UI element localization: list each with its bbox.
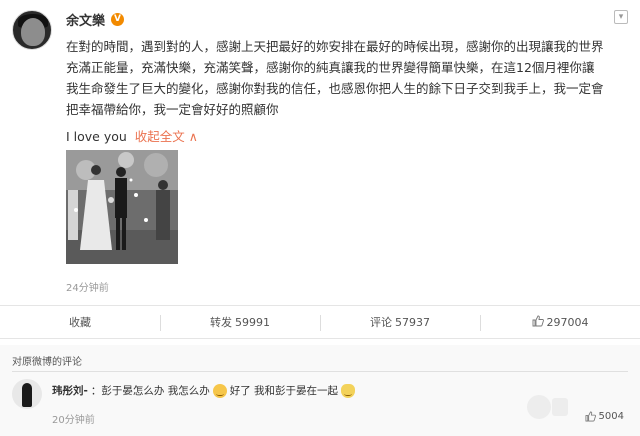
post-time: 24分钟前 bbox=[66, 283, 109, 294]
thumbs-up-icon bbox=[585, 411, 596, 422]
like-button[interactable]: 297004 bbox=[480, 306, 640, 338]
repost-button[interactable]: 转发 59991 bbox=[160, 306, 320, 338]
commenter-name[interactable]: 玮彤刘- bbox=[52, 383, 88, 398]
collapse-caret-icon: ∧ bbox=[188, 129, 198, 144]
repost-label: 转发 bbox=[210, 316, 232, 329]
author-name[interactable]: 余文樂 bbox=[66, 10, 105, 29]
post-text-line: 在對的時間，遇到對的人，感謝上天把最好的妳安排在最好的時候出現，感謝你的出現讓我… bbox=[66, 39, 604, 54]
watermark-icon bbox=[527, 395, 568, 419]
wedding-photo[interactable] bbox=[66, 150, 178, 264]
comment-like-count: 5004 bbox=[598, 411, 624, 422]
action-bar: 收藏 转发 59991 评论 57937 297004 bbox=[0, 305, 640, 339]
comments-header: 对原微博的评论 bbox=[12, 357, 82, 368]
favorite-button[interactable]: 收藏 bbox=[0, 306, 160, 338]
comment-label: 评论 bbox=[370, 316, 392, 329]
comments-divider bbox=[12, 371, 628, 372]
chevron-down-icon[interactable]: ▾ bbox=[614, 10, 628, 24]
post-text-line: 充滿正能量，充滿快樂，充滿笑聲，感謝你的純真讓我的世界變得簡單快樂，在這12個月… bbox=[66, 60, 595, 75]
cat-face-emoji-icon bbox=[341, 383, 356, 398]
post-text-line: 我生命發生了巨大的變化，感謝你對我的信任，也感恩你把人生的餘下日子交到我手上，我… bbox=[66, 81, 604, 96]
favorite-label: 收藏 bbox=[69, 316, 91, 329]
post-text-line: 把幸福帶給你，我一定會好好的照顧你 bbox=[66, 102, 279, 117]
comment-count: 57937 bbox=[395, 315, 430, 329]
thumbs-up-icon bbox=[532, 315, 544, 330]
collapse-label: 收起全文 bbox=[134, 129, 185, 144]
love-text: I love you bbox=[66, 129, 127, 144]
comments-section: 对原微博的评论 玮彤刘- ：彭于晏怎么办 我怎么办 好了 我和彭于晏在一起 20… bbox=[0, 345, 640, 436]
comment-like-button[interactable]: 5004 bbox=[585, 411, 624, 422]
like-count: 297004 bbox=[546, 315, 589, 329]
repost-count: 59991 bbox=[235, 315, 270, 329]
love-line: I love you 收起全文 ∧ bbox=[66, 126, 198, 145]
post-text: 在對的時間，遇到對的人，感謝上天把最好的妳安排在最好的時候出現，感謝你的出現讓我… bbox=[66, 36, 626, 120]
verified-icon: V bbox=[111, 13, 125, 26]
comment-item: 玮彤刘- ：彭于晏怎么办 我怎么办 好了 我和彭于晏在一起 bbox=[52, 383, 356, 398]
author-line: 余文樂 V bbox=[66, 10, 125, 29]
author-avatar[interactable] bbox=[12, 10, 52, 50]
commenter-avatar[interactable] bbox=[12, 379, 42, 409]
laughing-tears-emoji-icon bbox=[212, 383, 227, 398]
weibo-post-card: 余文樂 V ▾ 在對的時間，遇到對的人，感謝上天把最好的妳安排在最好的時候出現，… bbox=[0, 0, 640, 436]
comment-time: 20分钟前 bbox=[52, 415, 95, 426]
comment-text-b: 好了 我和彭于晏在一起 bbox=[229, 385, 339, 397]
comment-text-a: ：彭于晏怎么办 我怎么办 bbox=[90, 385, 210, 397]
collapse-link[interactable]: 收起全文 ∧ bbox=[135, 129, 198, 144]
comment-button[interactable]: 评论 57937 bbox=[320, 306, 480, 338]
